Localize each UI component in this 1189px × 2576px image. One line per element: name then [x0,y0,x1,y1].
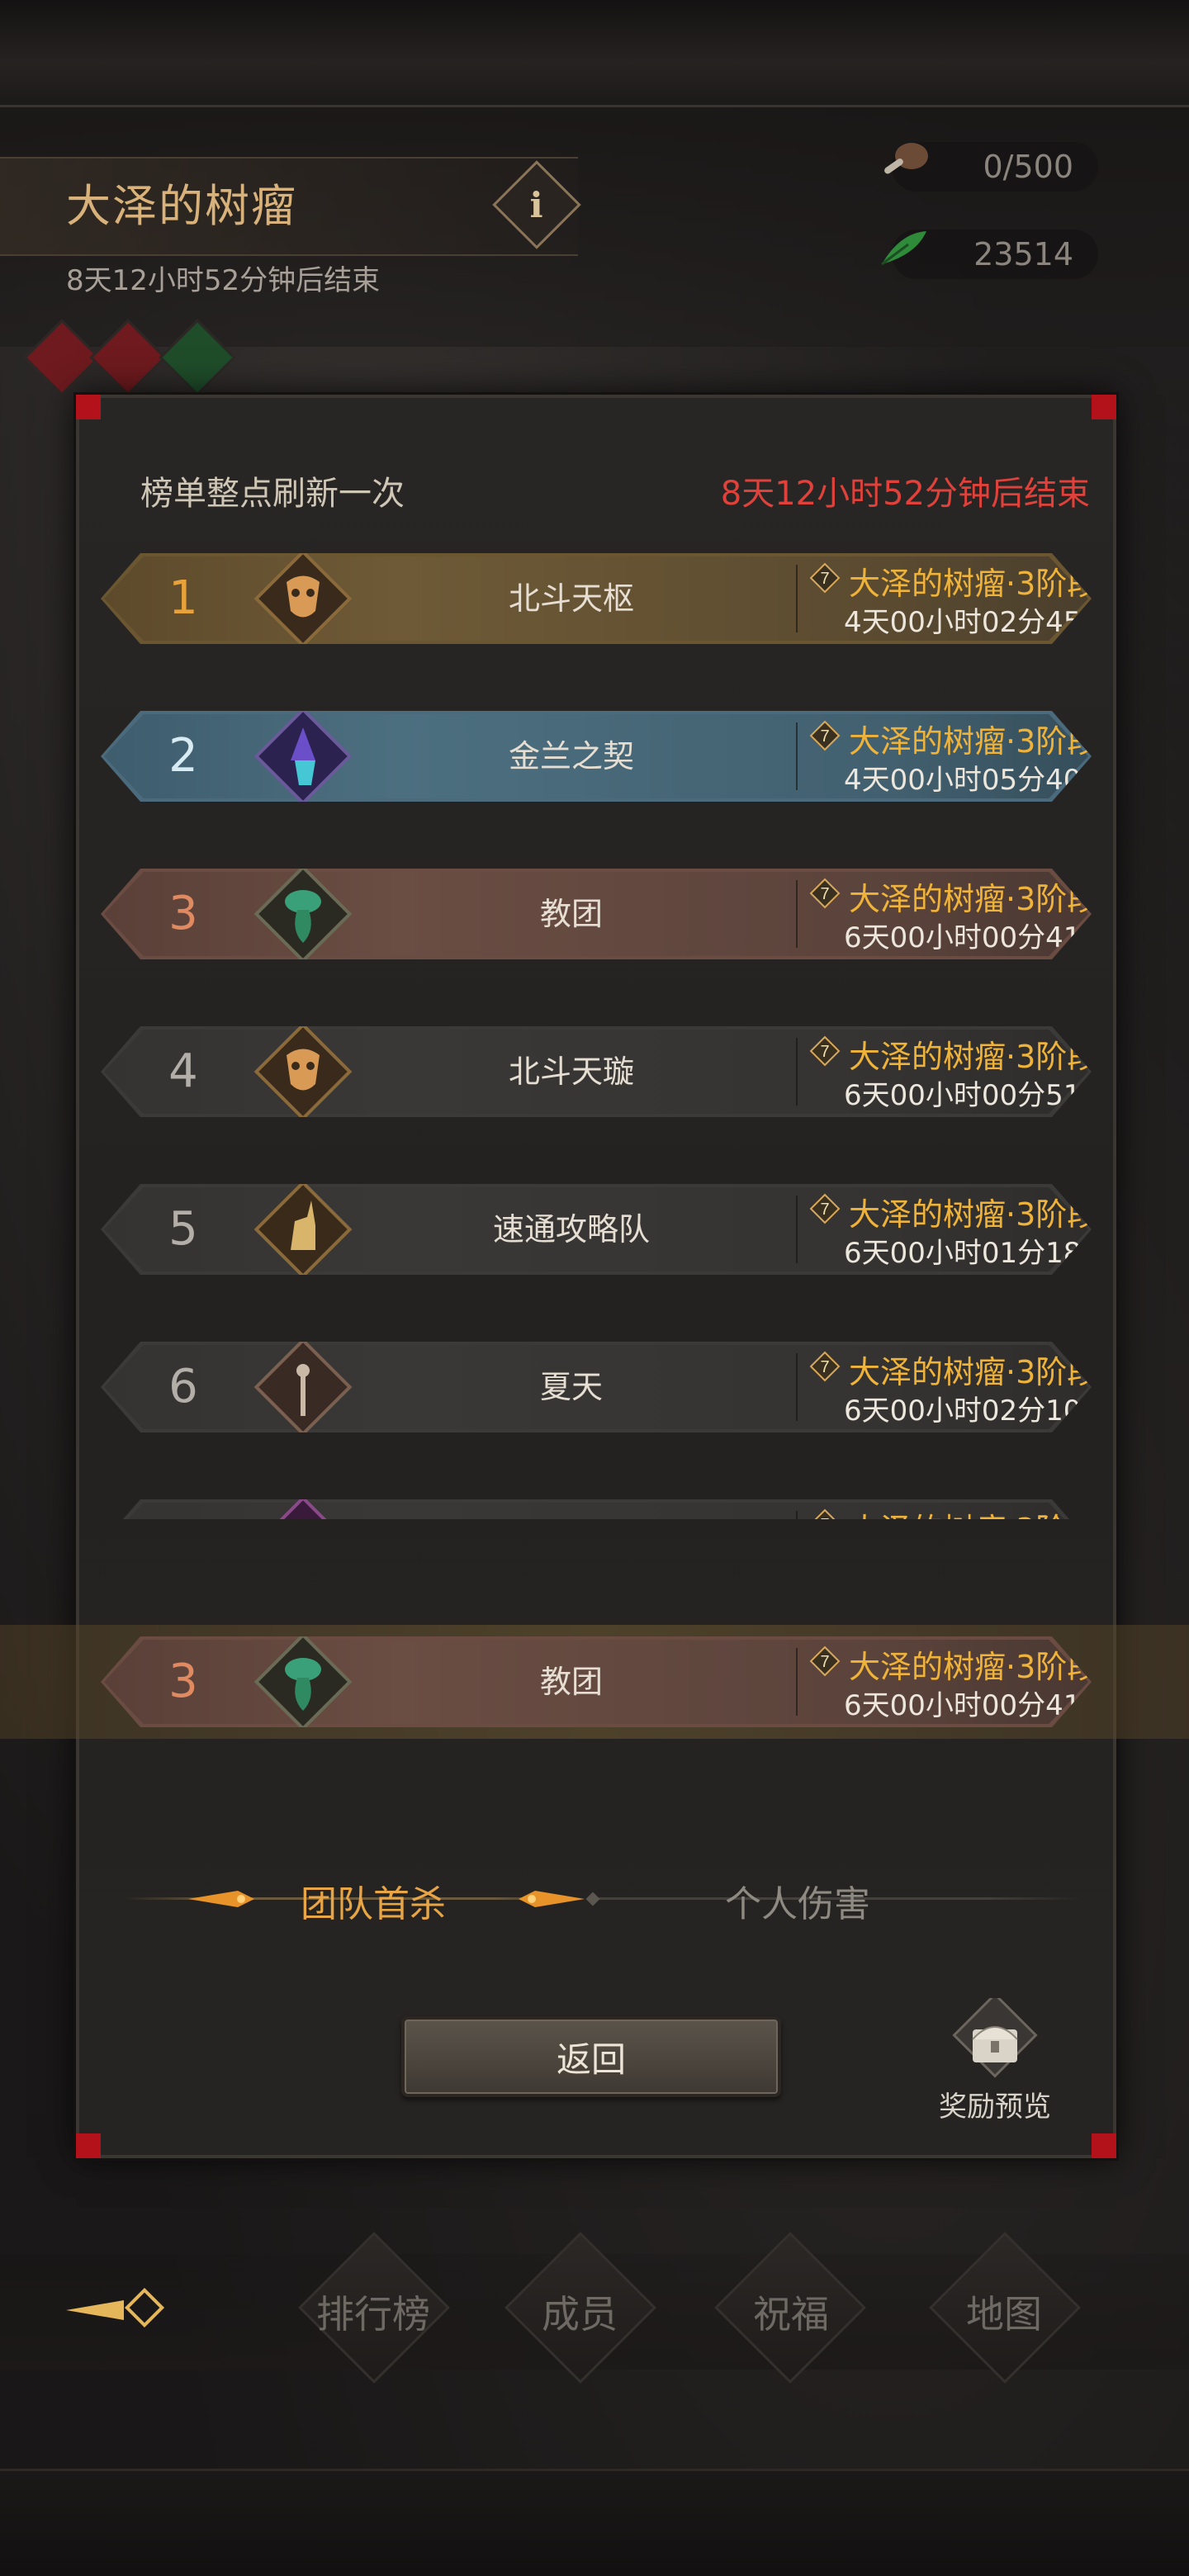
rank-number: 5 [168,1202,198,1256]
row-divider [796,1038,798,1106]
tab-flare-icon [519,1891,585,1907]
ranking-row[interactable]: 6 夏天 7 大泽的树瘤·3阶段 6天00小时02分10秒 [101,1342,1092,1432]
clear-time: 6天00小时00分51秒 [844,1079,1110,1112]
guild-name: 教团 [539,1664,603,1700]
return-button[interactable]: 返回 [401,2016,781,2097]
row-divider [796,722,798,790]
refresh-note: 榜单整点刷新一次 [140,475,405,513]
stage-level: 7 [820,727,829,746]
bottom-bar [0,2469,1189,2576]
row-divider [796,565,798,632]
stage-level: 7 [820,1516,829,1519]
guild-emblem-icon[interactable] [249,545,357,652]
stage-level: 7 [820,885,829,903]
ranking-row[interactable]: 4 北斗天璇 7 大泽的树瘤·3阶段 6天00小时00分51秒 [101,1026,1092,1117]
stage-level: 7 [820,570,829,588]
nav-leaderboard[interactable]: 排行榜 [291,2285,456,2339]
rank-number: 3 [168,1655,198,1708]
guild-name: 夏天 [539,1369,603,1405]
stage-name: 大泽的树瘤·3阶段 [849,881,1099,917]
guild-emblem-icon[interactable] [249,1333,357,1441]
corner-accent [76,395,101,419]
rank-number: 1 [168,571,198,625]
ranking-row[interactable]: 5 速通攻略队 7 大泽的树瘤·3阶段 6天00小时01分18秒 [101,1184,1092,1275]
stage-level-badge-icon: 7 [809,1193,841,1224]
event-countdown: 8天12小时52分钟后结束 [66,264,381,297]
guild-name: 教团 [539,896,603,932]
stage-name: 大泽的树瘤·3阶段 [849,1196,1099,1233]
tab-flare-icon [188,1891,254,1907]
ranking-row[interactable]: 3 教团 7 大泽的树瘤·3阶段 6天00小时00分41秒 [101,1636,1092,1727]
stage-level-badge-icon: 7 [809,878,841,909]
ranking-row[interactable]: 1 北斗天枢 7 大泽的树瘤·3阶段 4天00小时02分45秒 [101,553,1092,644]
clear-time: 6天00小时00分41秒 [844,921,1110,954]
stage-level: 7 [820,1200,829,1219]
clear-time: 6天00小时01分18秒 [844,1237,1110,1270]
ranking-row[interactable]: 2 金兰之契 7 大泽的树瘤·3阶段 4天00小时05分40秒 [101,711,1092,802]
stage-level-badge-icon: 7 [809,1646,841,1677]
guild-emblem-icon[interactable] [249,1491,357,1519]
ranking-row[interactable]: 7 大泽的树瘤·3阶段 [101,1499,1092,1519]
rank-number [134,1499,233,1519]
guild-emblem-icon[interactable] [249,1176,357,1283]
resource-value-food: 0/500 [983,149,1073,185]
info-icon: i [530,184,543,225]
rank-number: 3 [168,887,198,940]
rank-number: 2 [168,729,198,783]
stage-level-badge-icon: 7 [809,562,841,594]
clear-time: 4天00小时02分45秒 [844,606,1110,639]
guild-emblem-icon[interactable] [249,1018,357,1125]
nav-members[interactable]: 成员 [497,2285,662,2339]
row-divider [796,1196,798,1263]
clear-time: 6天00小时02分10秒 [844,1395,1110,1428]
guild-emblem-icon[interactable] [249,1628,357,1735]
stage-name: 大泽的树瘤·3阶段 [849,566,1099,602]
rank-number: 4 [168,1044,198,1098]
corner-accent [1092,2133,1116,2158]
stage-level: 7 [820,1653,829,1671]
ranking-row[interactable]: 3 教团 7 大泽的树瘤·3阶段 6天00小时00分41秒 [101,869,1092,959]
row-divider [796,880,798,948]
treasure-chest-icon[interactable] [941,1998,1049,2089]
stage-name: 大泽的树瘤·3阶段 [849,1354,1099,1390]
row-divider [796,1648,798,1716]
stage-name: 大泽的树瘤·3阶段 [849,723,1099,760]
guild-name [373,1499,770,1519]
modal-countdown: 8天12小时52分钟后结束 [720,475,1090,513]
reward-preview-label[interactable]: 奖励预览 [917,2084,1073,2124]
stage-level: 7 [820,1358,829,1376]
stage-level-badge-icon: 7 [809,1508,841,1519]
rank-number: 6 [168,1360,198,1413]
guild-name: 金兰之契 [508,738,634,774]
stage-name: 大泽的树瘤·3阶段 [849,1039,1099,1075]
stage-name: 大泽的树瘤·3阶段 [849,1649,1099,1685]
resource-value-herb: 23514 [973,236,1073,272]
my-guild-row-host: 3 教团 7 大泽的树瘤·3阶段 6天00小时00分41秒 [76,1636,1116,1727]
nav-blessing[interactable]: 祝福 [708,2285,874,2339]
clear-time: 6天00小时00分41秒 [844,1689,1110,1722]
guild-emblem-icon[interactable] [249,703,357,810]
tab-team-first-kill[interactable]: 团队首杀 [301,1874,446,1927]
nav-map[interactable]: 地图 [921,2285,1087,2339]
stage-level-badge-icon: 7 [809,1351,841,1382]
event-title: 大泽的树瘤 [66,180,297,232]
clear-time: 4天00小时05分40秒 [844,764,1110,797]
stage-level: 7 [820,1043,829,1061]
guild-name: 北斗天枢 [508,580,634,617]
guild-emblem-icon[interactable] [249,860,357,968]
guild-name: 速通攻略队 [492,1211,650,1248]
top-decor-strip [0,0,1189,107]
tab-personal-damage[interactable]: 个人伤害 [725,1874,870,1927]
guild-name: 北斗天璇 [508,1054,634,1090]
row-divider [796,1511,798,1519]
ranking-list[interactable]: 1 北斗天枢 7 大泽的树瘤·3阶段 4天00小时02分45秒 2 金兰之契 7 大泽的树瘤·3… [76,537,1116,1519]
stage-level-badge-icon: 7 [809,720,841,751]
back-arrow-icon[interactable] [66,2285,173,2335]
stage-name: 大泽的树瘤·3阶段 [849,1504,1092,1519]
corner-accent [1092,395,1116,419]
tab-divider-diamond [585,1892,600,1906]
corner-accent [76,2133,101,2158]
stage-level-badge-icon: 7 [809,1035,841,1067]
row-divider [796,1353,798,1421]
